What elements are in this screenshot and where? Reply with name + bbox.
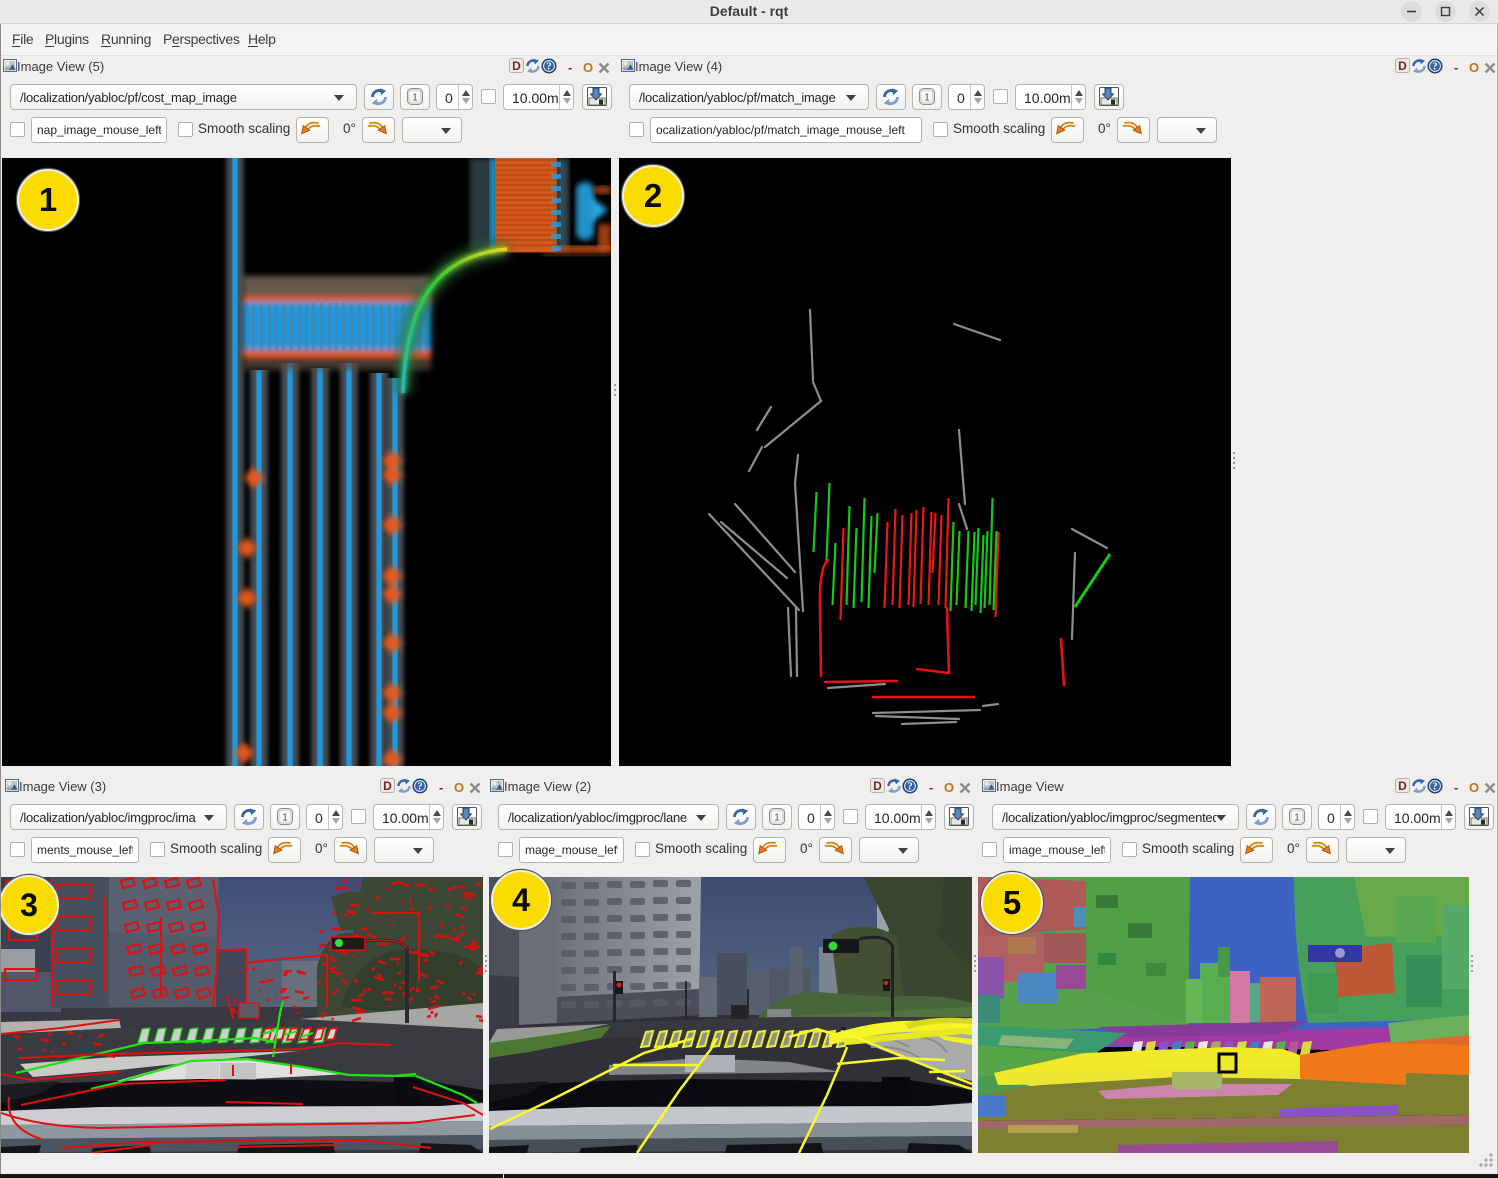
svg-text:?: ? (1432, 782, 1437, 793)
svg-text:?: ? (907, 782, 912, 793)
svg-text:?: ? (546, 62, 551, 73)
svg-text:?: ? (417, 782, 422, 793)
svg-text:1: 1 (774, 813, 780, 824)
svg-text:1: 1 (412, 93, 418, 104)
svg-text:1: 1 (282, 813, 288, 824)
svg-text:1: 1 (1294, 813, 1300, 824)
svg-text:1: 1 (924, 93, 930, 104)
svg-text:?: ? (1432, 62, 1437, 73)
